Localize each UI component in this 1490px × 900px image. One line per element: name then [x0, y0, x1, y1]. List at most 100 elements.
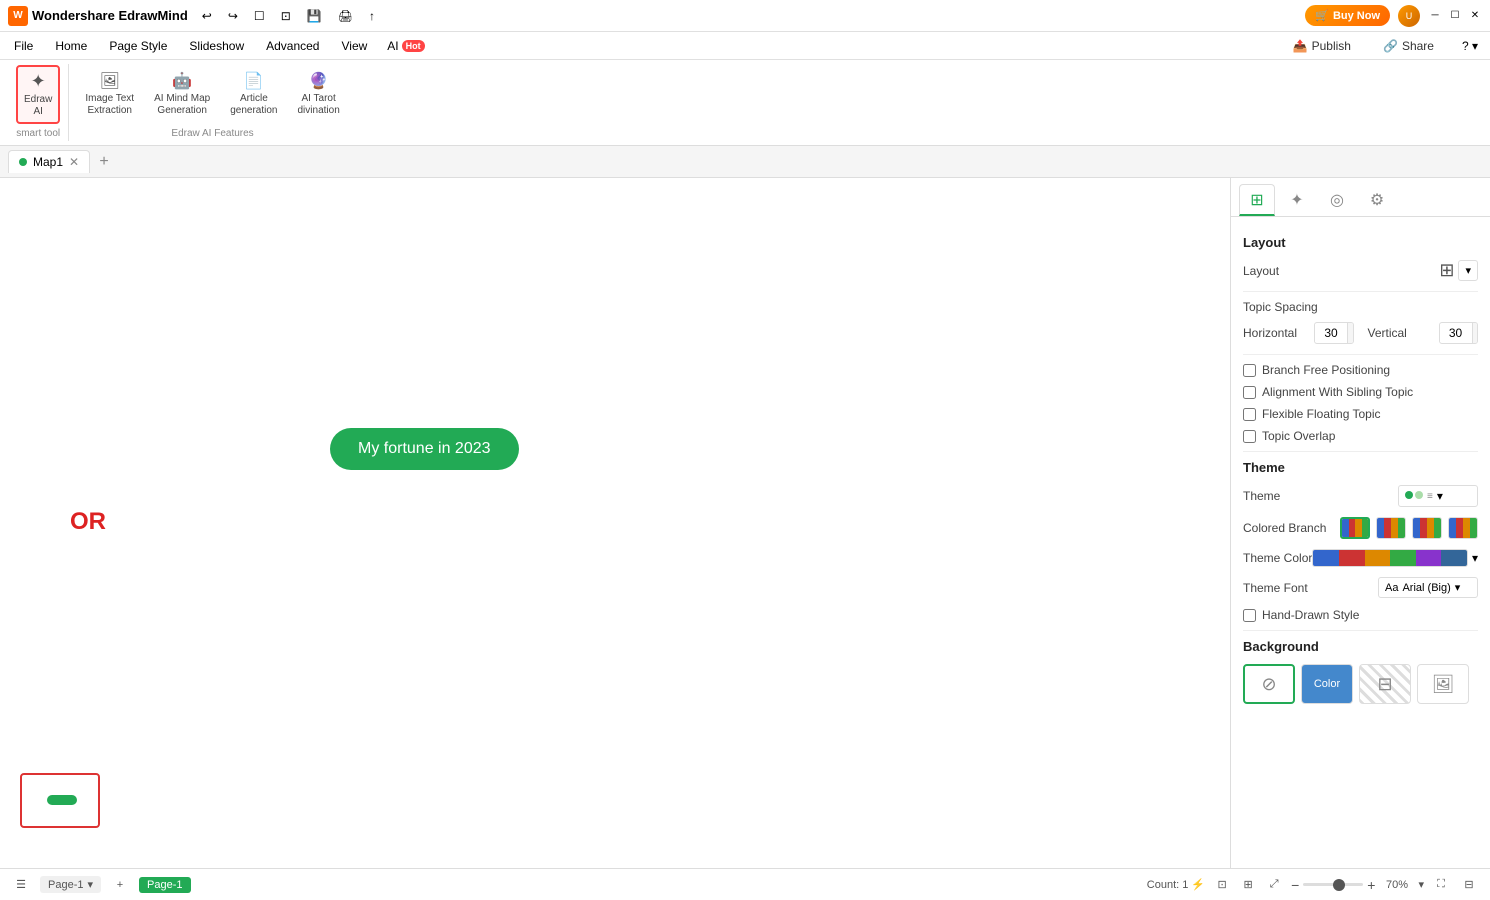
topic-overlap-checkbox[interactable] [1243, 430, 1256, 443]
save-button[interactable]: 💾 [301, 6, 328, 26]
buy-now-icon: 🛒 [1315, 9, 1329, 22]
background-options: ⊘ Color ⊟ 🖼 [1243, 664, 1478, 704]
smart-tool-items: ✦ EdrawAI [16, 64, 60, 124]
layout-grid-icon[interactable]: ⊞ [1439, 260, 1454, 281]
panel-content: Layout Layout ⊞ ▾ Topic Spacing Horizont… [1231, 217, 1490, 868]
edraw-ai-icon: ✦ [31, 71, 46, 92]
canvas[interactable]: My fortune in 2023 OR [0, 178, 1230, 868]
zoom-in-button[interactable]: + [1367, 877, 1375, 893]
theme-color-control[interactable]: ▾ [1312, 549, 1478, 567]
export-button[interactable]: ↑ [363, 6, 381, 26]
sidebar-toggle[interactable]: ☰ [10, 874, 32, 896]
count-info: Count: 1 ⚡ [1147, 878, 1205, 891]
fullscreen-button[interactable]: ⛶ [1430, 874, 1452, 896]
print-button[interactable]: 🖨 [332, 6, 359, 26]
maximize-button[interactable]: ☐ [1448, 9, 1462, 23]
bg-option-color[interactable]: Color [1301, 664, 1353, 704]
page-1-tab-inactive[interactable]: Page-1 ▾ [40, 876, 101, 893]
smart-tool-label: smart tool [16, 124, 60, 141]
redo-button[interactable]: ↪ [222, 6, 244, 26]
panel-tab-settings[interactable]: ⚙ [1359, 184, 1395, 216]
tab-add-button[interactable]: + [94, 152, 114, 172]
close-button[interactable]: ✕ [1468, 9, 1482, 23]
menu-home[interactable]: Home [45, 35, 97, 57]
alignment-sibling-checkbox[interactable] [1243, 386, 1256, 399]
tab-dot [19, 158, 27, 166]
new-button[interactable]: ☐ [248, 6, 271, 26]
vertical-input[interactable]: ▲ ▼ [1439, 322, 1479, 344]
ai-mind-map-label: AI Mind MapGeneration [154, 93, 210, 117]
mind-map-root-node[interactable]: My fortune in 2023 [330, 428, 519, 470]
bg-option-texture[interactable]: ⊟ [1359, 664, 1411, 704]
bg-image-icon: 🖼 [1432, 674, 1455, 695]
share-button[interactable]: 🔗 Share [1371, 35, 1446, 57]
menu-advanced[interactable]: Advanced [256, 35, 329, 57]
menu-view[interactable]: View [331, 35, 377, 57]
fit-page-button[interactable]: ⊞ [1237, 874, 1259, 896]
theme-font-dropdown[interactable]: Aa Arial (Big) ▾ [1378, 577, 1478, 598]
zoom-thumb[interactable] [1333, 879, 1345, 891]
zoom-value: 70% [1379, 879, 1414, 891]
ai-tarot-label: AI Tarotdivination [298, 93, 340, 117]
user-avatar[interactable]: U [1398, 5, 1420, 27]
edraw-ai-button[interactable]: ✦ EdrawAI [16, 65, 60, 124]
theme-preview[interactable]: ≡ ▾ [1398, 485, 1478, 507]
horizontal-value[interactable] [1315, 324, 1347, 342]
publish-button[interactable]: 📤 Publish [1281, 35, 1363, 57]
article-generation-icon: 📄 [244, 71, 264, 91]
ai-mind-map-button[interactable]: 🤖 AI Mind MapGeneration [146, 65, 218, 123]
expand-button[interactable]: ⤢ [1263, 874, 1285, 896]
page-1-tab-active[interactable]: Page-1 [139, 877, 190, 893]
menu-ai[interactable]: AI Hot [379, 35, 432, 57]
ai-features-label: Edraw AI Features [171, 124, 253, 141]
hand-drawn-checkbox[interactable] [1243, 609, 1256, 622]
ai-tarot-button[interactable]: 🔮 AI Tarotdivination [290, 65, 348, 123]
undo-button[interactable]: ↩ [196, 6, 218, 26]
branch-option-3[interactable] [1412, 517, 1442, 539]
minimap-node [47, 795, 77, 805]
vertical-up[interactable]: ▲ [1472, 323, 1479, 333]
panel-tab-sparkle[interactable]: ✦ [1279, 184, 1315, 216]
main-area: My fortune in 2023 OR ⊞ ✦ ◎ ⚙ Layout [0, 178, 1490, 868]
zoom-out-button[interactable]: − [1291, 877, 1299, 893]
horizontal-down[interactable]: ▼ [1347, 333, 1354, 343]
add-page-button[interactable]: + [109, 874, 131, 896]
split-view-button[interactable]: ⊟ [1458, 874, 1480, 896]
menu-slideshow[interactable]: Slideshow [179, 35, 254, 57]
panel-tab-location[interactable]: ◎ [1319, 184, 1355, 216]
layout-icons-right: ⊡ ⊞ ⤢ [1211, 874, 1285, 896]
image-text-extraction-button[interactable]: 🖼 Image TextExtraction [77, 65, 142, 123]
menu-page-style[interactable]: Page Style [99, 35, 177, 57]
hand-drawn-label: Hand-Drawn Style [1262, 608, 1359, 622]
image-text-label: Image TextExtraction [85, 93, 134, 117]
zoom-slider[interactable] [1303, 883, 1363, 886]
horizontal-up[interactable]: ▲ [1347, 323, 1354, 333]
bg-texture-icon: ⊟ [1377, 674, 1392, 695]
layout-label: Layout [1243, 264, 1279, 278]
layout-selector[interactable]: ⊞ ▾ [1439, 260, 1478, 281]
menu-file[interactable]: File [4, 35, 43, 57]
panel-tab-layout[interactable]: ⊞ [1239, 184, 1275, 216]
zoom-dropdown[interactable]: ▾ [1418, 878, 1424, 891]
help-button[interactable]: ? ▾ [1454, 35, 1486, 57]
vertical-down[interactable]: ▼ [1472, 333, 1479, 343]
bg-option-image[interactable]: 🖼 [1417, 664, 1469, 704]
open-button[interactable]: ⊡ [275, 6, 297, 26]
branch-option-1[interactable] [1340, 517, 1370, 539]
fit-width-button[interactable]: ⊡ [1211, 874, 1233, 896]
flexible-floating-checkbox[interactable] [1243, 408, 1256, 421]
horizontal-input[interactable]: ▲ ▼ [1314, 322, 1354, 344]
article-generation-button[interactable]: 📄 Articlegeneration [222, 65, 285, 123]
vertical-value[interactable] [1440, 324, 1472, 342]
buy-now-button[interactable]: 🛒 Buy Now [1305, 5, 1390, 26]
tab-map1[interactable]: Map1 ✕ [8, 150, 90, 173]
theme-font-value: Arial (Big) [1402, 582, 1450, 594]
minimize-button[interactable]: ─ [1428, 9, 1442, 23]
branch-free-checkbox[interactable] [1243, 364, 1256, 377]
layout-dropdown[interactable]: ▾ [1458, 260, 1478, 281]
or-label: OR [70, 508, 106, 536]
bg-option-none[interactable]: ⊘ [1243, 664, 1295, 704]
tab-close-button[interactable]: ✕ [69, 155, 79, 169]
branch-option-2[interactable] [1376, 517, 1406, 539]
branch-option-4[interactable] [1448, 517, 1478, 539]
